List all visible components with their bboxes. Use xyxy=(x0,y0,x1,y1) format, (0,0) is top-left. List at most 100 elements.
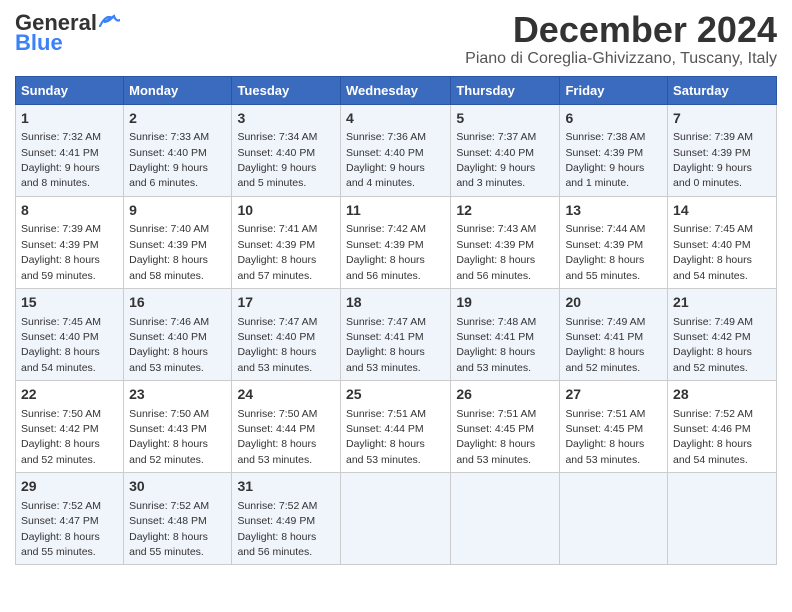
calendar-cell: 21 Sunrise: 7:49 AMSunset: 4:42 PMDayligh… xyxy=(668,288,777,380)
day-info: Sunrise: 7:51 AMSunset: 4:45 PMDaylight:… xyxy=(565,408,645,466)
day-info: Sunrise: 7:50 AMSunset: 4:44 PMDaylight:… xyxy=(237,408,317,466)
logo: General Blue xyxy=(15,10,120,56)
calendar-cell xyxy=(340,473,450,565)
logo-blue-text: Blue xyxy=(15,30,63,56)
header-row: SundayMondayTuesdayWednesdayThursdayFrid… xyxy=(16,76,777,104)
calendar-cell: 11Sunrise: 7:42 AMSunset: 4:39 PMDayligh… xyxy=(340,196,450,288)
day-info: Sunrise: 7:44 AMSunset: 4:39 PMDaylight:… xyxy=(565,223,645,281)
calendar-cell: 23Sunrise: 7:50 AMSunset: 4:43 PMDayligh… xyxy=(124,381,232,473)
day-info: Sunrise: 7:48 AMSunset: 4:41 PMDaylight:… xyxy=(456,316,536,374)
day-number: 18 xyxy=(346,293,445,313)
day-number: 10 xyxy=(237,201,335,221)
day-info: Sunrise: 7:49 AMSunset: 4:41 PMDaylight:… xyxy=(565,316,645,374)
day-number: 17 xyxy=(237,293,335,313)
calendar-cell: 3Sunrise: 7:34 AMSunset: 4:40 PMDaylight… xyxy=(232,104,341,196)
calendar-cell: 18 Sunrise: 7:47 AMSunset: 4:41 PMDayligh… xyxy=(340,288,450,380)
day-number: 31 xyxy=(237,477,335,497)
calendar-cell: 8Sunrise: 7:39 AMSunset: 4:39 PMDaylight… xyxy=(16,196,124,288)
day-number: 4 xyxy=(346,109,445,129)
week-row-4: 22 Sunrise: 7:50 AMSunset: 4:42 PMDayligh… xyxy=(16,381,777,473)
day-info: Sunrise: 7:37 AMSunset: 4:40 PMDaylight:… xyxy=(456,131,536,189)
week-row-2: 8Sunrise: 7:39 AMSunset: 4:39 PMDaylight… xyxy=(16,196,777,288)
day-info: Sunrise: 7:52 AMSunset: 4:48 PMDaylight:… xyxy=(129,500,209,558)
page-subtitle: Piano di Coreglia-Ghivizzano, Tuscany, I… xyxy=(465,50,777,68)
day-info: Sunrise: 7:32 AMSunset: 4:41 PMDaylight:… xyxy=(21,131,101,189)
calendar-table: SundayMondayTuesdayWednesdayThursdayFrid… xyxy=(15,76,777,566)
calendar-cell: 10Sunrise: 7:41 AMSunset: 4:39 PMDayligh… xyxy=(232,196,341,288)
day-number: 9 xyxy=(129,201,226,221)
day-number: 27 xyxy=(565,385,662,405)
calendar-cell: 7Sunrise: 7:39 AMSunset: 4:39 PMDaylight… xyxy=(668,104,777,196)
calendar-cell: 6Sunrise: 7:38 AMSunset: 4:39 PMDaylight… xyxy=(560,104,668,196)
day-info: Sunrise: 7:40 AMSunset: 4:39 PMDaylight:… xyxy=(129,223,209,281)
calendar-cell: 26 Sunrise: 7:51 AMSunset: 4:45 PMDayligh… xyxy=(451,381,560,473)
day-info: Sunrise: 7:38 AMSunset: 4:39 PMDaylight:… xyxy=(565,131,645,189)
day-number: 1 xyxy=(21,109,118,129)
day-info: Sunrise: 7:33 AMSunset: 4:40 PMDaylight:… xyxy=(129,131,209,189)
calendar-cell: 1Sunrise: 7:32 AMSunset: 4:41 PMDaylight… xyxy=(16,104,124,196)
calendar-body: 1Sunrise: 7:32 AMSunset: 4:41 PMDaylight… xyxy=(16,104,777,565)
calendar-cell: 16 Sunrise: 7:46 AMSunset: 4:40 PMDayligh… xyxy=(124,288,232,380)
day-info: Sunrise: 7:46 AMSunset: 4:40 PMDaylight:… xyxy=(129,316,209,374)
calendar-cell: 29Sunrise: 7:52 AMSunset: 4:47 PMDayligh… xyxy=(16,473,124,565)
day-number: 22 xyxy=(21,385,118,405)
day-info: Sunrise: 7:43 AMSunset: 4:39 PMDaylight:… xyxy=(456,223,536,281)
day-info: Sunrise: 7:47 AMSunset: 4:41 PMDaylight:… xyxy=(346,316,426,374)
day-number: 16 xyxy=(129,293,226,313)
day-info: Sunrise: 7:34 AMSunset: 4:40 PMDaylight:… xyxy=(237,131,317,189)
day-number: 15 xyxy=(21,293,118,313)
calendar-cell: 31 Sunrise: 7:52 AMSunset: 4:49 PMDayligh… xyxy=(232,473,341,565)
calendar-cell xyxy=(668,473,777,565)
day-info: Sunrise: 7:52 AMSunset: 4:49 PMDaylight:… xyxy=(237,500,317,558)
day-number: 5 xyxy=(456,109,554,129)
calendar-cell: 25Sunrise: 7:51 AMSunset: 4:44 PMDayligh… xyxy=(340,381,450,473)
day-number: 26 xyxy=(456,385,554,405)
week-row-3: 15 Sunrise: 7:45 AMSunset: 4:40 PMDayligh… xyxy=(16,288,777,380)
day-info: Sunrise: 7:50 AMSunset: 4:42 PMDaylight:… xyxy=(21,408,101,466)
day-info: Sunrise: 7:42 AMSunset: 4:39 PMDaylight:… xyxy=(346,223,426,281)
calendar-cell: 9Sunrise: 7:40 AMSunset: 4:39 PMDaylight… xyxy=(124,196,232,288)
calendar-cell: 24 Sunrise: 7:50 AMSunset: 4:44 PMDayligh… xyxy=(232,381,341,473)
calendar-header: SundayMondayTuesdayWednesdayThursdayFrid… xyxy=(16,76,777,104)
day-info: Sunrise: 7:50 AMSunset: 4:43 PMDaylight:… xyxy=(129,408,209,466)
day-info: Sunrise: 7:39 AMSunset: 4:39 PMDaylight:… xyxy=(21,223,101,281)
day-number: 8 xyxy=(21,201,118,221)
day-info: Sunrise: 7:52 AMSunset: 4:46 PMDaylight:… xyxy=(673,408,753,466)
day-number: 28 xyxy=(673,385,771,405)
page-header: General Blue December 2024 Piano di Core… xyxy=(15,10,777,68)
day-number: 11 xyxy=(346,201,445,221)
calendar-cell: 19 Sunrise: 7:48 AMSunset: 4:41 PMDayligh… xyxy=(451,288,560,380)
day-info: Sunrise: 7:45 AMSunset: 4:40 PMDaylight:… xyxy=(673,223,753,281)
day-number: 12 xyxy=(456,201,554,221)
header-day-friday: Friday xyxy=(560,76,668,104)
day-number: 6 xyxy=(565,109,662,129)
calendar-cell xyxy=(560,473,668,565)
day-number: 21 xyxy=(673,293,771,313)
day-info: Sunrise: 7:47 AMSunset: 4:40 PMDaylight:… xyxy=(237,316,317,374)
day-number: 2 xyxy=(129,109,226,129)
day-number: 30 xyxy=(129,477,226,497)
day-number: 24 xyxy=(237,385,335,405)
day-info: Sunrise: 7:51 AMSunset: 4:45 PMDaylight:… xyxy=(456,408,536,466)
calendar-cell: 27 Sunrise: 7:51 AMSunset: 4:45 PMDayligh… xyxy=(560,381,668,473)
header-day-wednesday: Wednesday xyxy=(340,76,450,104)
day-info: Sunrise: 7:41 AMSunset: 4:39 PMDaylight:… xyxy=(237,223,317,281)
page-title: December 2024 xyxy=(465,10,777,50)
header-day-monday: Monday xyxy=(124,76,232,104)
day-number: 19 xyxy=(456,293,554,313)
day-number: 14 xyxy=(673,201,771,221)
day-info: Sunrise: 7:49 AMSunset: 4:42 PMDaylight:… xyxy=(673,316,753,374)
week-row-5: 29Sunrise: 7:52 AMSunset: 4:47 PMDayligh… xyxy=(16,473,777,565)
logo-bird-icon xyxy=(98,12,120,30)
day-info: Sunrise: 7:45 AMSunset: 4:40 PMDaylight:… xyxy=(21,316,101,374)
day-number: 13 xyxy=(565,201,662,221)
calendar-cell: 20 Sunrise: 7:49 AMSunset: 4:41 PMDayligh… xyxy=(560,288,668,380)
day-number: 29 xyxy=(21,477,118,497)
calendar-cell: 2Sunrise: 7:33 AMSunset: 4:40 PMDaylight… xyxy=(124,104,232,196)
calendar-cell: 14Sunrise: 7:45 AMSunset: 4:40 PMDayligh… xyxy=(668,196,777,288)
title-section: December 2024 Piano di Coreglia-Ghivizza… xyxy=(465,10,777,68)
calendar-cell: 17 Sunrise: 7:47 AMSunset: 4:40 PMDayligh… xyxy=(232,288,341,380)
week-row-1: 1Sunrise: 7:32 AMSunset: 4:41 PMDaylight… xyxy=(16,104,777,196)
day-info: Sunrise: 7:36 AMSunset: 4:40 PMDaylight:… xyxy=(346,131,426,189)
day-number: 20 xyxy=(565,293,662,313)
